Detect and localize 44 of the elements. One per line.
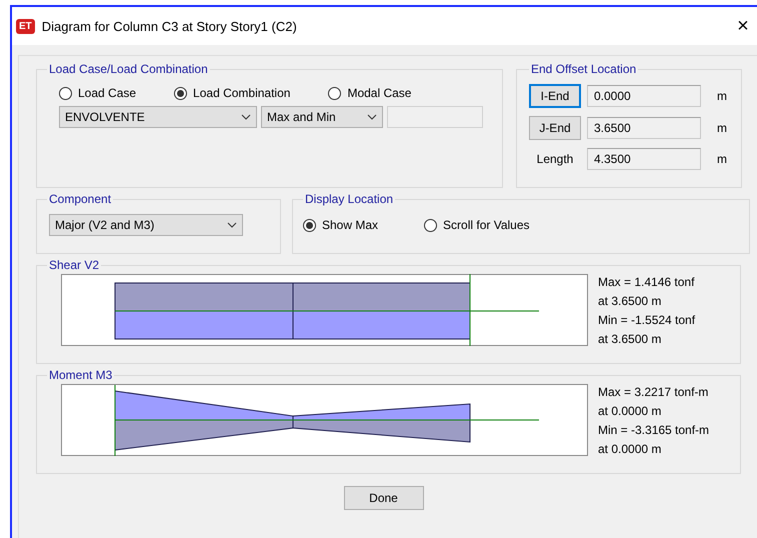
radio-option[interactable]: Load Case	[59, 86, 136, 100]
result-text: Max = 1.4146 tonf	[598, 274, 696, 291]
end-button[interactable]: J-End	[529, 116, 581, 140]
done-button[interactable]: Done	[344, 486, 424, 510]
radio-button[interactable]	[328, 86, 342, 100]
mode-dropdown[interactable]: Max and Min	[261, 106, 383, 128]
input-field[interactable]	[387, 106, 483, 128]
result-text: at 3.6500 m	[598, 331, 662, 348]
group-title: Display Location	[304, 192, 394, 206]
unit-label: m	[717, 121, 727, 135]
close-button[interactable]: ×	[731, 14, 755, 38]
result-text: at 0.0000 m	[598, 441, 662, 458]
field-label: Length	[536, 152, 574, 166]
radio-button[interactable]	[59, 86, 72, 100]
radio-option[interactable]: Scroll for Values	[424, 218, 530, 232]
result-text: Max = 3.2217 tonf-m	[598, 384, 710, 401]
window-title: Diagram for Column C3 at Story Story1 (C2)	[42, 18, 298, 34]
unit-label: m	[717, 89, 727, 103]
chevron-icon	[241, 114, 251, 120]
group-title: Component	[48, 192, 112, 206]
radio-option[interactable]: Modal Case	[328, 86, 412, 100]
result-text: at 0.0000 m	[598, 403, 662, 420]
radio-option[interactable]: Load Combination	[174, 86, 290, 100]
radio-button[interactable]	[424, 218, 438, 232]
group-title: End Offset Location	[530, 62, 638, 76]
chevron-icon	[227, 222, 237, 228]
result-text: Min = -1.5524 tonf	[598, 312, 696, 329]
component-dropdown[interactable]: Major (V2 and M3)	[49, 214, 243, 236]
end-button[interactable]: I-End	[529, 84, 581, 108]
result-text: at 3.6500 m	[598, 293, 662, 310]
group-title: Shear V2	[48, 258, 100, 272]
radio-option[interactable]: Show Max	[303, 218, 378, 232]
chevron-icon	[367, 114, 377, 120]
radio-button[interactable]	[303, 218, 316, 232]
radio-button[interactable]	[174, 86, 188, 100]
unit-label: m	[717, 152, 727, 166]
group-title: Moment M3	[48, 368, 114, 382]
group-title: Load Case/Load Combination	[48, 62, 209, 76]
combo-dropdown[interactable]: ENVOLVENTE	[59, 106, 257, 128]
value-field[interactable]: 3.6500	[587, 117, 701, 139]
result-text: Min = -3.3165 tonf-m	[598, 422, 710, 439]
value-field[interactable]: 4.3500	[587, 148, 701, 170]
app-logo: ET	[16, 18, 35, 34]
value-field[interactable]: 0.0000	[587, 85, 701, 107]
